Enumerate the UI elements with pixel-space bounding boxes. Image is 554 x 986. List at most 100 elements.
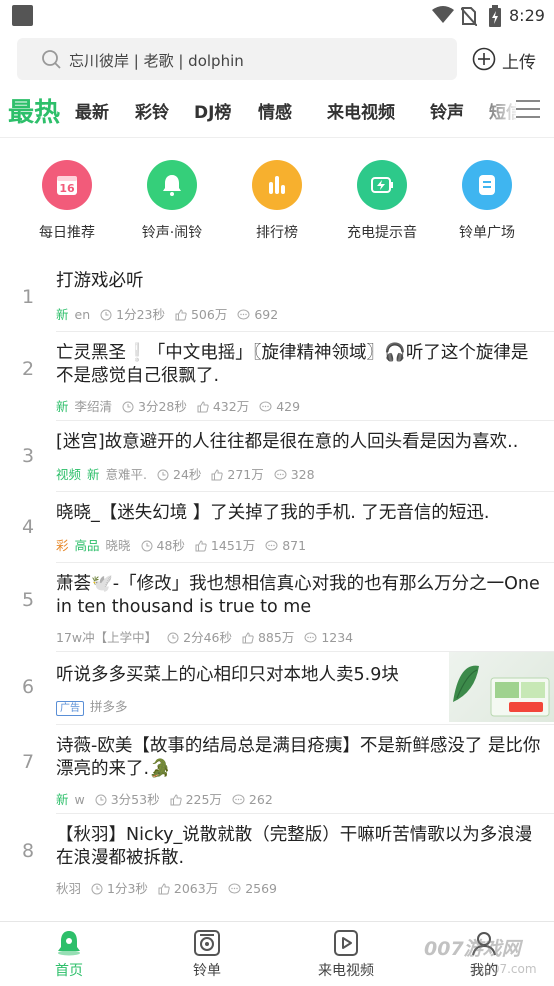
quick-ringtone-alarm[interactable]: 铃声·闹铃 — [120, 160, 224, 242]
song-meta: 彩高品 晓晓 48秒 1451万 871 — [56, 535, 312, 554]
search-icon — [42, 50, 61, 69]
tag-color-ring: 彩 — [56, 538, 69, 553]
song-meta: 视频新意难平. 24秒 271万 328 — [56, 464, 321, 483]
quick-charging-tone[interactable]: 充电提示音 — [330, 160, 434, 242]
song-meta: 新李绍清 3分28秒 432万 429 — [56, 396, 306, 415]
bell-icon — [147, 160, 197, 210]
tag-new: 新 — [87, 467, 100, 482]
tag-new: 新 — [56, 792, 69, 807]
calendar-day: 16 — [59, 182, 75, 195]
list-item[interactable]: 4 晓晓_【迷失幻境 】了关掉了我的手机. 了无音信的短迅. 彩高品 晓晓 48秒… — [0, 492, 554, 563]
rank-number: 5 — [21, 589, 35, 611]
list-item[interactable]: 2 亡灵黑圣❕「中文电摇」〖旋律精神领域〗🎧听了这个旋律是不是感觉自己很飘了. … — [0, 332, 554, 421]
comment-icon — [265, 540, 278, 551]
tab-emotion[interactable]: 情感 — [258, 98, 292, 123]
list-item[interactable]: 7 诗薇-欧美【故事的结局总是满目疮痍】不是新鲜感没了 是比你漂亮的来了.🐊 新… — [0, 725, 554, 814]
tag-video: 视频 — [56, 467, 82, 482]
quick-rank-chart[interactable]: 排行榜 — [225, 160, 329, 242]
watermark: 007游戏网 — [424, 938, 521, 960]
duration: 1分23秒 — [116, 307, 165, 322]
category-tabs: 最热 最新 彩铃 DJ榜 情感 来电视频 铃声 短信 — [0, 88, 554, 134]
duration: 1分3秒 — [107, 881, 148, 896]
nav-label: 铃单 — [193, 963, 221, 979]
clock: 8:29 — [509, 6, 545, 25]
list-item[interactable]: 1 打游戏必听 新 en 1分23秒 506万 692 — [0, 262, 554, 332]
comment-icon — [274, 469, 287, 480]
video-play-icon — [334, 930, 358, 956]
comments: 692 — [254, 307, 279, 322]
clock-icon — [91, 883, 103, 895]
clock-icon — [141, 540, 153, 552]
song-title: 【秋羽】Nicky_说散就散（完整版）干嘛听苦情歌以为多浪漫 在浪漫都被拆散. — [56, 825, 533, 868]
quick-entries: 16 每日推荐 铃声·闹铃 排行榜 充电提示音 铃单广场 — [0, 160, 554, 250]
home-bell-icon — [58, 931, 80, 956]
advertiser: 拼多多 — [90, 699, 128, 714]
tab-dj-chart[interactable]: DJ榜 — [194, 98, 231, 123]
duration: 3分28秒 — [138, 399, 187, 414]
duration: 48秒 — [156, 538, 185, 553]
wifi-icon — [432, 6, 454, 23]
bar-chart-icon — [252, 160, 302, 210]
author: 秋羽 — [56, 881, 82, 896]
author: w — [74, 792, 85, 807]
rank-number: 4 — [21, 516, 35, 538]
likes: 432万 — [212, 399, 250, 414]
upload-button[interactable]: 上传 — [472, 46, 542, 73]
song-title: 打游戏必听 — [56, 271, 144, 291]
comment-icon — [304, 632, 317, 643]
comments: 871 — [282, 538, 307, 553]
quick-label: 铃单广场 — [459, 225, 515, 241]
comments: 429 — [276, 399, 301, 414]
thumb-up-icon — [211, 469, 224, 481]
search-bar[interactable]: 忘川彼岸 | 老歌 | dolphin — [17, 38, 457, 80]
clock-icon — [157, 469, 169, 481]
song-title: 诗薇-欧美【故事的结局总是满目疮痍】不是新鲜感没了 是比你漂亮的来了.🐊 — [56, 736, 541, 779]
nav-home[interactable]: 首页 — [19, 928, 119, 980]
thumb-up-icon — [175, 309, 187, 321]
tab-new[interactable]: 最新 — [75, 98, 109, 123]
likes: 271万 — [227, 467, 264, 482]
thumb-up-icon — [170, 794, 182, 806]
song-meta: 新 en 1分23秒 506万 692 — [56, 304, 284, 323]
thumb-up-icon — [197, 401, 209, 413]
author: 李绍清 — [74, 399, 113, 414]
thumb-up-icon — [158, 883, 170, 895]
tabs-menu-icon[interactable] — [516, 100, 540, 120]
quick-playlist-plaza[interactable]: 铃单广场 — [435, 160, 539, 242]
divider — [0, 137, 554, 138]
song-title: 晓晓_【迷失幻境 】了关掉了我的手机. 了无音信的短迅. — [56, 503, 490, 523]
list-item[interactable]: 3 [迷宫]故意避开的人往往都是很在意的人回头看是因为喜欢.. 视频新意难平. … — [0, 421, 554, 492]
comment-icon — [237, 309, 250, 320]
nav-playlist[interactable]: 铃单 — [157, 928, 257, 980]
quick-label: 每日推荐 — [39, 225, 95, 241]
song-title: 萧荟🕊️-「修改」我也想相信真心对我的也有那么万分之一One in ten th… — [56, 574, 540, 617]
song-title: 亡灵黑圣❕「中文电摇」〖旋律精神领域〗🎧听了这个旋律是不是感觉自己很飘了. — [56, 343, 529, 386]
thumb-up-icon — [242, 632, 254, 644]
tag-high-quality: 高品 — [74, 538, 100, 553]
list-item[interactable]: 5 萧荟🕊️-「修改」我也想相信真心对我的也有那么万分之一One in ten … — [0, 563, 554, 652]
upload-label: 上传 — [502, 53, 536, 73]
nav-label: 首页 — [55, 963, 83, 979]
list-item[interactable]: 8 【秋羽】Nicky_说散就散（完整版）干嘛听苦情歌以为多浪漫 在浪漫都被拆散… — [0, 814, 554, 902]
comments: 2569 — [245, 881, 277, 896]
watermark-url: yx007.com — [470, 962, 537, 976]
ad-image[interactable] — [449, 652, 554, 722]
duration: 2分46秒 — [183, 630, 232, 645]
playlist-box-icon — [194, 930, 220, 956]
tab-ringtone[interactable]: 铃声 — [430, 98, 464, 123]
quick-daily-recommend[interactable]: 16 每日推荐 — [15, 160, 119, 242]
playlist-icon — [462, 160, 512, 210]
tab-call-video[interactable]: 来电视频 — [327, 98, 395, 123]
tag-new: 新 — [56, 307, 69, 322]
rank-number: 2 — [21, 358, 35, 380]
clock-icon — [167, 632, 179, 644]
tabs-fade — [470, 88, 520, 134]
calendar-icon: 16 — [42, 160, 92, 210]
author: 17w冲【上学中】 — [56, 630, 158, 645]
nav-call-video[interactable]: 来电视频 — [296, 928, 396, 980]
rank-number: 6 — [21, 676, 35, 698]
ad-badge: 广告 — [56, 701, 84, 716]
comment-icon — [228, 883, 241, 894]
tab-color-ring[interactable]: 彩铃 — [135, 98, 169, 123]
tab-hot[interactable]: 最热 — [8, 92, 60, 129]
